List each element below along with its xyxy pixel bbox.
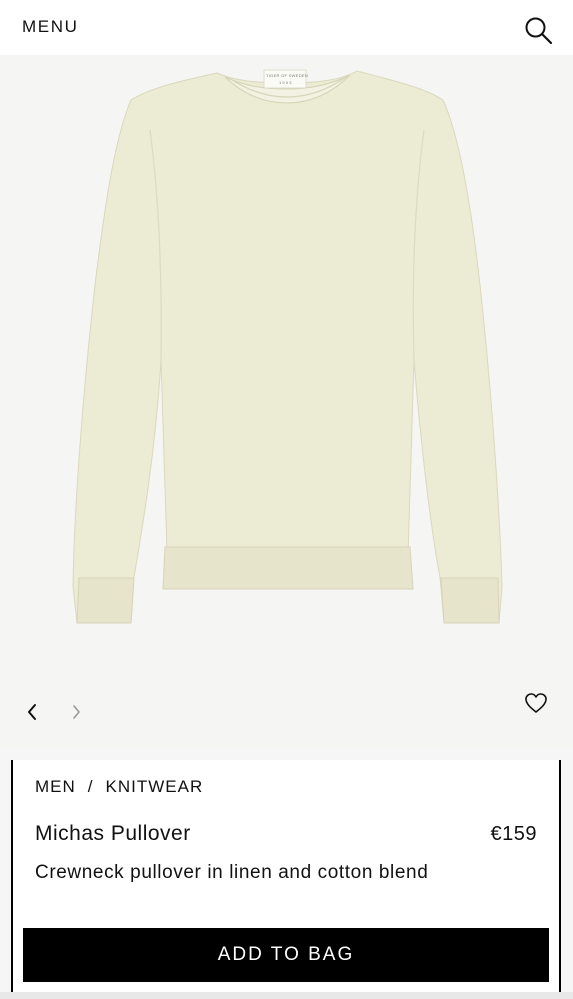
breadcrumb-separator: / [87, 777, 94, 796]
product-image-gallery[interactable]: TIGER OF SWEDEN 1903 [0, 55, 573, 748]
neck-label-year: 1903 [279, 80, 293, 85]
neck-label-brand: TIGER OF SWEDEN [266, 73, 309, 78]
product-title: Michas Pullover [35, 822, 191, 845]
product-image [72, 69, 503, 624]
top-header: MENU [0, 0, 573, 55]
bottom-edge [0, 992, 573, 999]
menu-button[interactable]: MENU [22, 17, 78, 37]
breadcrumb: MEN / KNITWEAR [35, 777, 203, 797]
product-description: Crewneck pullover in linen and cotton bl… [35, 862, 429, 883]
product-price: €159 [490, 823, 537, 845]
chevron-left-icon[interactable] [22, 700, 42, 724]
chevron-right-icon[interactable] [67, 700, 87, 724]
search-icon[interactable] [523, 15, 553, 45]
heart-icon[interactable] [522, 690, 550, 716]
breadcrumb-men[interactable]: MEN [35, 777, 76, 796]
breadcrumb-knitwear[interactable]: KNITWEAR [106, 777, 204, 796]
add-to-bag-button[interactable]: ADD TO BAG [23, 928, 549, 982]
